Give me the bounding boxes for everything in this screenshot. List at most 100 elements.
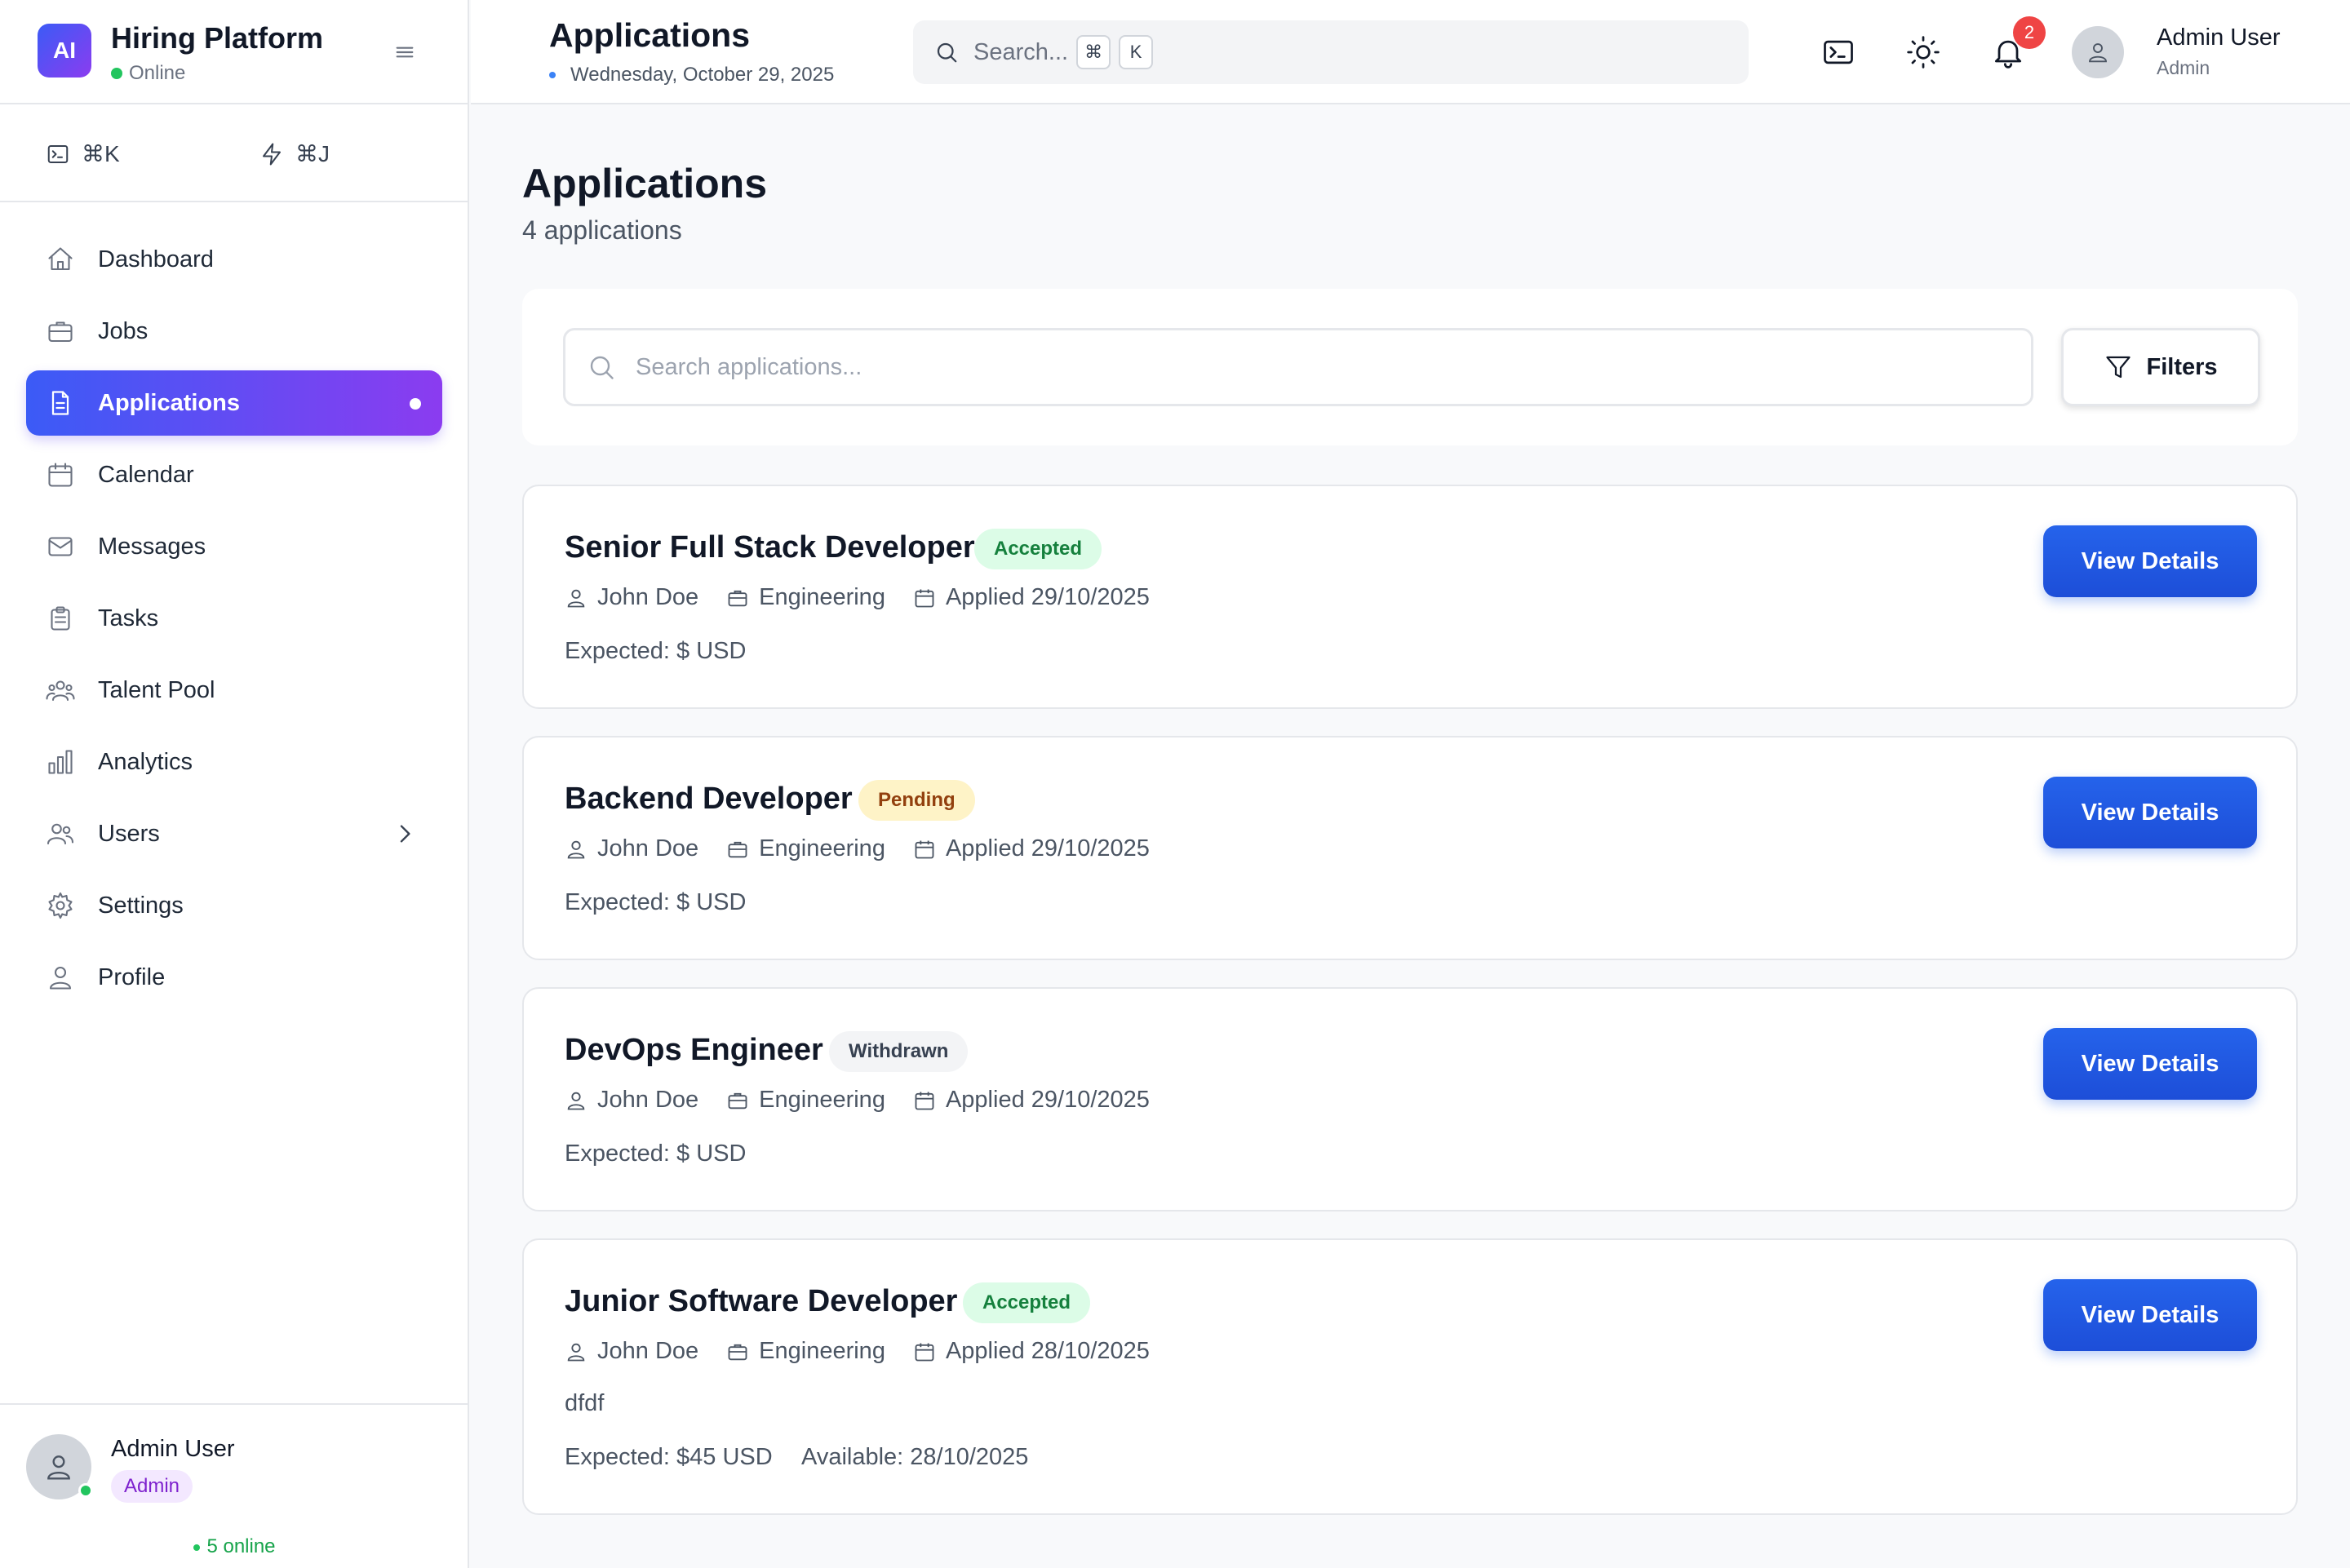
sidebar-item-applications[interactable]: Applications	[26, 370, 442, 436]
candidate-meta: John Doe	[565, 1087, 698, 1114]
connection-status-label: Online	[129, 62, 186, 84]
job-title[interactable]: Backend Developer	[565, 782, 853, 817]
role-badge: Admin	[111, 1470, 193, 1503]
status-badge: Accepted	[974, 529, 1102, 569]
quick-action-shortcut-label: ⌘J	[295, 141, 330, 166]
user-icon	[2089, 43, 2107, 63]
applied-date: Applied 29/10/2025	[945, 1087, 1150, 1113]
applied-date: Applied 29/10/2025	[945, 584, 1150, 610]
sidebar-item-label: Users	[98, 820, 160, 847]
expected-salary: Expected: $45 USD	[565, 1444, 773, 1470]
home-icon	[48, 247, 73, 271]
calendar-icon	[915, 589, 934, 607]
sidebar-item-label: Calendar	[98, 461, 194, 488]
user-icon	[47, 1455, 70, 1480]
candidate-name: John Doe	[597, 1087, 699, 1113]
brand-logo[interactable]: AI	[38, 24, 91, 78]
briefcase-icon	[48, 321, 73, 343]
application-meta: John Doe Engineering Applied 28/10/2025	[565, 1338, 1177, 1365]
applied-date: Applied 28/10/2025	[945, 1338, 1150, 1364]
top-bar: Applications Wednesday, October 29, 2025…	[471, 0, 2350, 104]
briefcase-icon	[728, 841, 747, 857]
sidebar-item-analytics[interactable]: Analytics	[26, 729, 442, 795]
avatar[interactable]	[26, 1434, 93, 1499]
sidebar: AI Hiring Platform Online ⌘K ⌘J Dashboar…	[0, 0, 469, 1568]
job-title[interactable]: Junior Software Developer	[565, 1284, 957, 1319]
command-palette-shortcut-label: ⌘K	[82, 141, 120, 166]
job-title[interactable]: Senior Full Stack Developer	[565, 530, 975, 565]
department: Engineering	[759, 1338, 885, 1364]
department-meta: Engineering	[726, 835, 885, 862]
application-meta: John Doe Engineering Applied 29/10/2025	[565, 835, 1177, 862]
user-name[interactable]: Admin User	[2157, 24, 2281, 51]
sidebar-item-label: Applications	[98, 389, 241, 416]
view-details-button[interactable]: View Details	[2043, 777, 2257, 848]
users-icon	[47, 823, 74, 845]
view-details-button[interactable]: View Details	[2043, 1279, 2257, 1351]
search-icon	[590, 356, 614, 379]
filter-icon	[2106, 356, 2131, 379]
calendar-icon	[915, 840, 934, 858]
sun-icon[interactable]	[1905, 34, 1941, 70]
candidate-name: John Doe	[597, 584, 699, 610]
sidebar-item-settings[interactable]: Settings	[26, 873, 442, 938]
expected-salary: Expected: $ USD	[565, 1141, 747, 1167]
sidebar-item-label: Tasks	[98, 605, 159, 631]
command-palette-shortcut[interactable]: ⌘K	[46, 140, 120, 167]
sidebar-item-tasks[interactable]: Tasks	[26, 586, 442, 651]
candidate-meta: John Doe	[565, 584, 698, 611]
applied-date: Applied 29/10/2025	[945, 835, 1150, 862]
sidebar-item-messages[interactable]: Messages	[26, 514, 442, 579]
department: Engineering	[759, 835, 885, 862]
briefcase-icon	[728, 1344, 747, 1360]
user-icon	[567, 589, 585, 607]
sidebar-item-calendar[interactable]: Calendar	[26, 442, 442, 507]
quick-action-shortcut[interactable]: ⌘J	[259, 140, 330, 167]
application-search-input[interactable]: Search applications...	[563, 328, 2033, 406]
view-details-button[interactable]: View Details	[2043, 1028, 2257, 1100]
calendar-icon	[915, 1343, 934, 1361]
applied-date-meta: Applied 29/10/2025	[913, 584, 1150, 611]
sidebar-item-label: Analytics	[98, 748, 193, 775]
sidebar-item-talent-pool[interactable]: Talent Pool	[26, 658, 442, 723]
online-count: 5 online	[0, 1535, 469, 1558]
global-search[interactable]: Search... ⌘ K	[913, 20, 1749, 84]
active-indicator	[410, 398, 421, 410]
sidebar-item-dashboard[interactable]: Dashboard	[26, 227, 442, 292]
application-note: dfdf	[565, 1390, 605, 1416]
bar-chart-icon	[48, 750, 73, 774]
status-badge: Pending	[858, 780, 975, 821]
shortcut-bar: ⌘K ⌘J	[0, 104, 468, 202]
current-date: Wednesday, October 29, 2025	[549, 64, 834, 86]
terminal-icon[interactable]	[1820, 34, 1856, 70]
date-dot	[549, 72, 556, 78]
department-meta: Engineering	[726, 1338, 885, 1365]
online-count-label: 5 online	[206, 1535, 276, 1557]
file-icon	[51, 391, 69, 415]
sidebar-item-profile[interactable]: Profile	[26, 945, 442, 1010]
view-details-button[interactable]: View Details	[2043, 525, 2257, 597]
status-dot	[111, 68, 122, 79]
online-indicator	[78, 1483, 93, 1498]
job-title[interactable]: DevOps Engineer	[565, 1033, 823, 1068]
lightning-icon	[263, 143, 281, 165]
sidebar-item-label: Settings	[98, 892, 184, 919]
department-meta: Engineering	[726, 584, 885, 611]
calendar-icon	[915, 1092, 934, 1110]
sidebar-nav: Dashboard Jobs Applications Calendar Mes…	[26, 227, 442, 1017]
chevron-right-icon[interactable]	[392, 821, 418, 847]
sidebar-item-label: Talent Pool	[98, 676, 215, 703]
avatar[interactable]	[2072, 26, 2124, 78]
application-card: DevOps Engineer Withdrawn John Doe Engin…	[522, 987, 2298, 1211]
sidebar-item-users[interactable]: Users	[26, 801, 442, 866]
application-search-placeholder: Search applications...	[636, 353, 862, 380]
terminal-icon	[47, 144, 69, 163]
hamburger-menu-icon[interactable]	[392, 39, 418, 65]
sidebar-item-label: Profile	[98, 963, 166, 990]
status-badge: Accepted	[963, 1282, 1091, 1323]
sidebar-item-jobs[interactable]: Jobs	[26, 299, 442, 364]
filters-button[interactable]: Filters	[2061, 328, 2260, 406]
current-date-label: Wednesday, October 29, 2025	[570, 64, 835, 86]
user-icon	[49, 966, 72, 990]
application-meta: John Doe Engineering Applied 29/10/2025	[565, 1087, 1177, 1114]
